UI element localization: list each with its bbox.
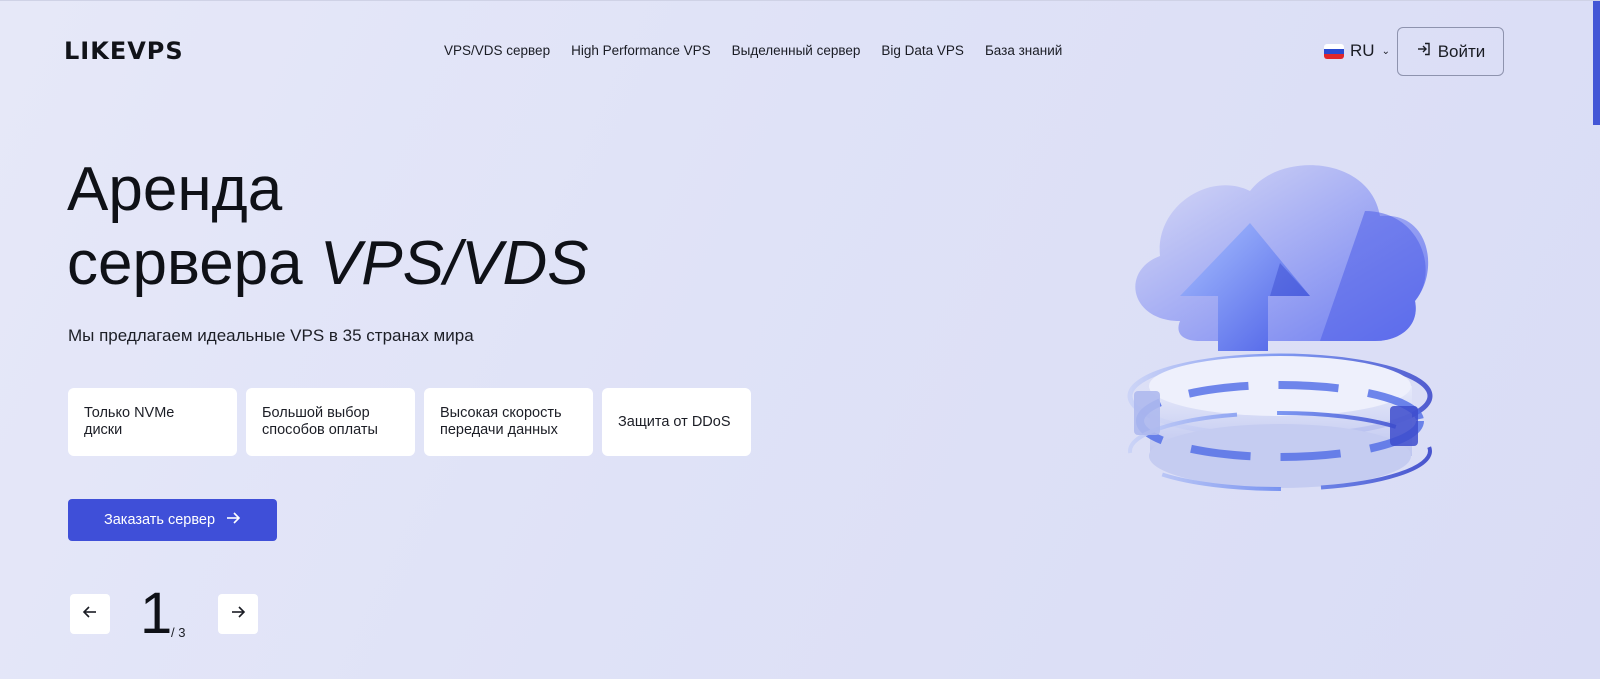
- feature-list: Только NVMe диски Большой выбор способов…: [68, 388, 751, 456]
- feature-label: Защита от DDoS: [618, 413, 731, 430]
- slide-total: / 3: [171, 625, 186, 640]
- main-nav: VPS/VDS сервер High Performance VPS Выде…: [444, 43, 1062, 58]
- hero-title-line1: Аренда: [67, 155, 283, 224]
- login-label: Войти: [1437, 41, 1486, 61]
- language-selector[interactable]: RU ⌄: [1324, 41, 1390, 61]
- feature-card: Защита от DDoS: [602, 388, 751, 456]
- feature-card: Только NVMe диски: [68, 388, 237, 456]
- cloud-upload-illustration: [1127, 165, 1433, 491]
- nav-item-high-performance-vps[interactable]: High Performance VPS: [571, 43, 711, 58]
- hero-title-line2: сервера: [67, 229, 303, 298]
- scrollbar-thumb[interactable]: [1593, 1, 1600, 125]
- nav-item-knowledge-base[interactable]: База знаний: [985, 43, 1062, 58]
- arrow-left-icon: [82, 604, 98, 625]
- feature-card: Большой выбор способов оплаты: [246, 388, 415, 456]
- slider-prev-button[interactable]: [70, 594, 110, 634]
- page: LIKEVPS VPS/VDS сервер High Performance …: [0, 0, 1600, 679]
- hero-title-accent: VPS/VDS: [319, 229, 589, 298]
- cloud-shape: [1135, 165, 1429, 341]
- server-drum: [1127, 353, 1433, 491]
- hero-title: Аренда сервера VPS/VDS: [67, 153, 589, 301]
- chevron-down-icon: ⌄: [1381, 45, 1390, 57]
- logo[interactable]: LIKEVPS: [64, 37, 184, 65]
- arrow-right-icon: [225, 510, 241, 530]
- language-label: RU: [1350, 41, 1375, 60]
- login-icon: [1416, 41, 1432, 62]
- feature-label: Высокая скорость передачи данных: [440, 405, 562, 438]
- feature-label: Большой выбор способов оплаты: [262, 405, 378, 438]
- order-server-button[interactable]: Заказать сервер: [68, 499, 277, 541]
- russia-flag-icon: [1324, 43, 1344, 59]
- nav-item-big-data-vps[interactable]: Big Data VPS: [881, 43, 964, 58]
- hero-subtitle: Мы предлагаем идеальные VPS в 35 странах…: [68, 326, 474, 345]
- nav-item-dedicated-server[interactable]: Выделенный сервер: [732, 43, 861, 58]
- feature-label: Только NVMe диски: [84, 405, 175, 438]
- slide-current-number: 1: [140, 581, 173, 646]
- feature-card: Высокая скорость передачи данных: [424, 388, 593, 456]
- arrow-right-icon: [230, 604, 246, 625]
- order-server-label: Заказать сервер: [103, 512, 216, 528]
- slider-next-button[interactable]: [218, 594, 258, 634]
- nav-item-vps-vds[interactable]: VPS/VDS сервер: [444, 43, 550, 58]
- login-button[interactable]: Войти: [1397, 27, 1504, 76]
